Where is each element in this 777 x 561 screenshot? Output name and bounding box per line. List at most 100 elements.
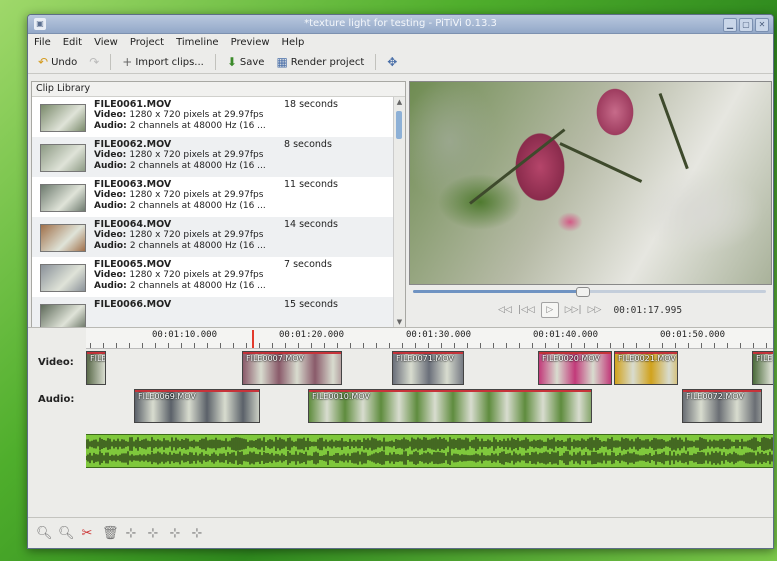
scroll-up-icon[interactable]: ▲ — [394, 97, 405, 107]
video-clip[interactable]: FILE0071.MOV — [392, 351, 464, 385]
group-icon[interactable]: ⊹ — [190, 526, 204, 541]
library-scrollbar[interactable]: ▲ ▼ — [393, 97, 405, 327]
timeline-toolbar: 🔍︎ 🔍︎ ✂ 🗑︎ ⊹ ⊹ ⊹ ⊹ — [28, 517, 773, 548]
ungroup-icon[interactable]: ⊹ — [168, 526, 182, 541]
ruler-tick — [376, 343, 377, 348]
audio-clip[interactable]: FILE0072.MOV — [682, 389, 762, 423]
fullscreen-button[interactable]: ✥ — [383, 54, 401, 70]
fast-forward-icon[interactable]: ▷▷ — [588, 305, 602, 315]
clip-row[interactable]: FILE0061.MOV Video: 1280 x 720 pixels at … — [32, 97, 393, 137]
zoom-in-icon[interactable]: 🔍︎ — [58, 526, 75, 541]
link-icon[interactable]: ⊹ — [146, 526, 160, 541]
audio-clip[interactable]: FILE0010.MOV — [308, 389, 592, 423]
video-clip[interactable]: FILE0020.MOV — [538, 351, 612, 385]
timeline: 00:01:10.000 00:01:20.000 00:01:30.000 00:0… — [28, 327, 773, 531]
ruler-tick — [116, 343, 117, 348]
audio-clip[interactable]: FILE0069.MOV — [134, 389, 260, 423]
menu-project[interactable]: Project — [130, 37, 164, 48]
ruler-tick — [662, 343, 663, 348]
window-title: *texture light for testing - PiTiVi 0.13… — [304, 18, 497, 29]
play-button[interactable]: ▷ — [540, 302, 559, 318]
ruler-tick — [337, 343, 338, 348]
split-icon[interactable]: ✂ — [80, 526, 94, 541]
seek-fill — [413, 290, 583, 293]
clip-row[interactable]: FILE0065.MOV Video: 1280 x 720 pixels at … — [32, 257, 393, 297]
previous-frame-icon[interactable]: |◁◁ — [518, 305, 535, 315]
clip-filename: FILE0061.MOV — [94, 99, 172, 110]
clip-row[interactable]: FILE0064.MOV Video: 1280 x 720 pixels at … — [32, 217, 393, 257]
video-prefix: Video: — [94, 230, 130, 240]
minimize-icon[interactable]: ▁ — [723, 18, 737, 32]
ruler-tick — [389, 343, 390, 348]
video-clip[interactable]: FILE0021.MOV — [614, 351, 678, 385]
close-icon[interactable]: ✕ — [755, 18, 769, 32]
ruler-tick — [220, 343, 221, 348]
import-clips-button[interactable]: + Import clips... — [118, 54, 208, 70]
seek-handle[interactable] — [576, 287, 591, 297]
zoom-out-icon[interactable]: 🔍︎ — [36, 526, 53, 541]
import-clips-label: Import clips... — [135, 56, 204, 68]
ruler-tick — [350, 343, 351, 348]
ruler-tick — [233, 343, 234, 348]
clip-thumbnail — [40, 304, 86, 327]
video-prefix: Video: — [94, 110, 130, 120]
audio-prefix: Audio: — [94, 241, 130, 251]
ruler-timestamp: 00:01:40.000 — [533, 330, 599, 340]
video-lane: FILE FILE0007.MOV FILE0071.MOV FILE0020.MOV… — [86, 350, 773, 386]
scrollbar-thumb[interactable] — [396, 111, 402, 139]
clip-label: FILE0010.MOV — [312, 392, 370, 401]
clip-video-info: Video: 1280 x 720 pixels at 29.97fps — [94, 190, 276, 201]
ruler-timestamp: 00:01:30.000 — [406, 330, 472, 340]
menu-file[interactable]: File — [34, 37, 51, 48]
render-project-button[interactable]: ▦ Render project — [272, 54, 368, 70]
ruler-tick — [675, 343, 676, 348]
branch-shape — [469, 128, 566, 205]
render-icon: ▦ — [276, 55, 288, 69]
clip-row[interactable]: FILE0062.MOV Video: 1280 x 720 pixels at … — [32, 137, 393, 177]
clip-thumbnail — [40, 264, 86, 292]
ruler-tick — [90, 343, 91, 348]
audio-details: 2 channels at 48000 Hz (16 ... — [129, 201, 266, 211]
playhead[interactable] — [252, 330, 254, 348]
scroll-down-icon[interactable]: ▼ — [394, 317, 405, 327]
rewind-icon[interactable]: ◁◁ — [498, 305, 512, 315]
clip-video-info: Video: 1280 x 720 pixels at 29.97fps — [94, 230, 276, 241]
clip-duration: 11 seconds — [284, 179, 338, 190]
menu-preview[interactable]: Preview — [231, 37, 270, 48]
redo-button[interactable]: ↷ — [85, 54, 103, 70]
clip-library-tab[interactable]: Clip Library — [32, 82, 405, 97]
ruler-tick — [155, 343, 156, 348]
unlink-icon[interactable]: ⊹ — [124, 526, 138, 541]
clip-list: FILE0061.MOV Video: 1280 x 720 pixels at … — [32, 97, 393, 327]
clip-audio-info: Audio: 2 channels at 48000 Hz (16 ... — [94, 161, 276, 172]
ruler-tick — [311, 343, 312, 348]
delete-icon[interactable]: 🗑︎ — [102, 526, 119, 541]
video-clip[interactable]: FILE — [86, 351, 106, 385]
video-clip[interactable]: FILE0007.MOV — [242, 351, 342, 385]
render-project-label: Render project — [290, 56, 365, 68]
save-button[interactable]: ⬇ Save — [223, 54, 269, 70]
ruler-tick — [597, 343, 598, 348]
video-details: 1280 x 720 pixels at 29.97fps — [129, 110, 264, 120]
ruler-tick — [571, 343, 572, 348]
video-viewer — [409, 81, 772, 285]
video-clip[interactable]: FILE — [752, 351, 773, 385]
menu-edit[interactable]: Edit — [63, 37, 82, 48]
seek-bar[interactable] — [409, 287, 770, 297]
timeline-ruler[interactable]: 00:01:10.000 00:01:20.000 00:01:30.000 00:0… — [86, 328, 773, 349]
clip-row[interactable]: FILE0066.MOV 15 seconds — [32, 297, 393, 327]
menu-view[interactable]: View — [94, 37, 118, 48]
ruler-tick — [558, 343, 559, 348]
clip-filename: FILE0065.MOV — [94, 259, 172, 270]
menu-timeline[interactable]: Timeline — [176, 37, 219, 48]
audio-lane: FILE0069.MOV FILE0010.MOV FILE0072.MOV — [86, 388, 773, 424]
menu-help[interactable]: Help — [282, 37, 305, 48]
maximize-icon[interactable]: ▢ — [739, 18, 753, 32]
clip-filename: FILE0066.MOV — [94, 299, 172, 310]
ruler-tick — [623, 343, 624, 348]
clip-row[interactable]: FILE0063.MOV Video: 1280 x 720 pixels at … — [32, 177, 393, 217]
ruler-tick — [610, 343, 611, 348]
undo-button[interactable]: ↶ Undo — [34, 54, 81, 70]
audio-prefix: Audio: — [94, 201, 130, 211]
next-frame-icon[interactable]: ▷▷| — [565, 305, 582, 315]
